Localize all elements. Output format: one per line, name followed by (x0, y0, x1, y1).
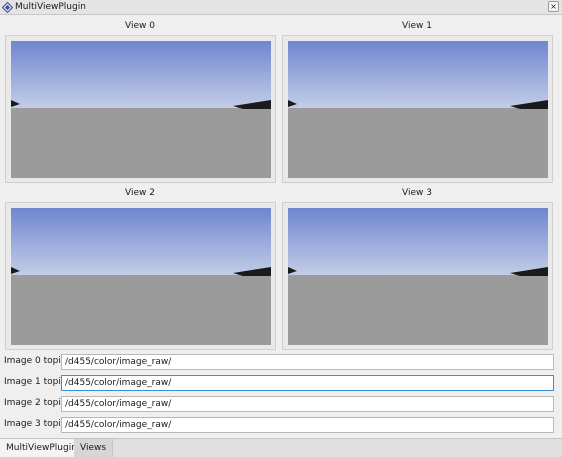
image-0-topic-label: Image 0 topic: (4, 356, 69, 366)
window-title: MultiViewPlugin (15, 2, 86, 12)
view-2-image (11, 208, 271, 345)
image-2-topic-input[interactable] (61, 396, 554, 412)
image-3-topic-label: Image 3 topic: (4, 419, 69, 429)
view-3-panel (282, 202, 553, 350)
view-2-label: View 2 (125, 188, 155, 198)
tab-views[interactable]: Views (74, 439, 114, 457)
view-0-panel (5, 35, 276, 183)
view-3-image (288, 208, 548, 345)
view-1-image (288, 41, 548, 178)
image-1-topic-input[interactable] (61, 375, 554, 391)
view-1-panel (282, 35, 553, 183)
title-bar: MultiViewPlugin × (0, 0, 562, 15)
tab-multiview-plugin[interactable]: MultiViewPlugin (0, 439, 84, 457)
view-1-label: View 1 (402, 21, 432, 31)
image-2-topic-label: Image 2 topic: (4, 398, 69, 408)
view-3-label: View 3 (402, 188, 432, 198)
image-1-topic-label: Image 1 topic: (4, 377, 69, 387)
image-0-topic-input[interactable] (61, 354, 554, 370)
view-0-image (11, 41, 271, 178)
view-2-panel (5, 202, 276, 350)
diamond-icon (2, 2, 13, 13)
image-3-topic-input[interactable] (61, 417, 554, 433)
close-button[interactable]: × (548, 1, 559, 12)
bottom-tab-bar: MultiViewPlugin Views (0, 438, 562, 457)
multiview-plugin-window: MultiViewPlugin × View 0 View 1 View 2 V… (0, 0, 562, 457)
view-0-label: View 0 (125, 21, 155, 31)
